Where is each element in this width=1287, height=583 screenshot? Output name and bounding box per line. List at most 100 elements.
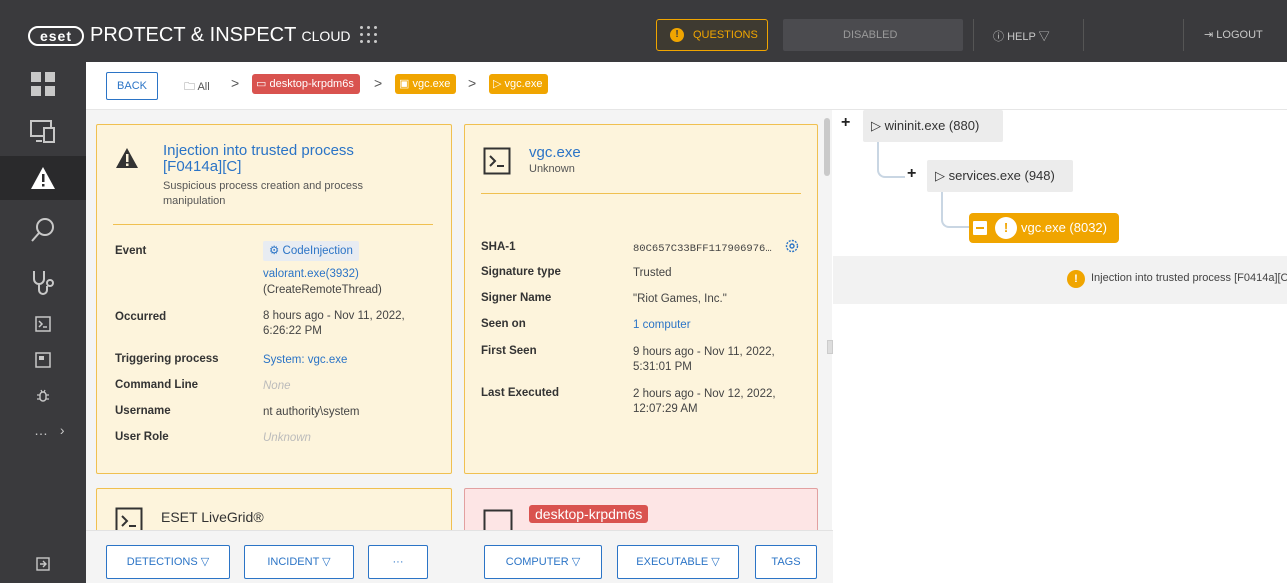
eset-logo: eset [28, 26, 84, 46]
collapse-sidebar-icon[interactable] [0, 550, 86, 578]
chevron-down-icon: ▽ [322, 556, 331, 568]
breadcrumb-process[interactable]: ▷ vgc.exe [489, 74, 549, 94]
chevron-right-icon: › [59, 422, 65, 438]
first-seen-value: 9 hours ago - Nov 11, 2022, 5:31:01 PM [633, 346, 775, 373]
folder-icon: 🗀 [184, 81, 195, 93]
tree-edge [941, 192, 971, 228]
livegrid-title: ESET LiveGrid® [161, 509, 264, 525]
breadcrumb: BACK 🗀 All > ▭ desktop-krpdm6s > ▣ vgc.e… [86, 62, 1287, 110]
more-actions-button[interactable]: ··· [368, 545, 428, 579]
computer-button[interactable]: COMPUTER ▽ [484, 545, 602, 579]
process-tree: + ▷ wininit.exe (880) + ▷ services.exe (… [833, 110, 1287, 583]
help-menu[interactable]: ⓘ HELP ▽ [993, 28, 1050, 44]
signer-value: "Riot Games, Inc." [633, 293, 727, 305]
expand-icon[interactable]: + [841, 114, 850, 132]
breadcrumb-process-label: vgc.exe [504, 78, 543, 90]
trigger-value[interactable]: System: vgc.exe [263, 353, 347, 368]
executable-subtitle: Unknown [529, 163, 575, 175]
breadcrumb-all-label: All [197, 81, 210, 93]
breadcrumb-executable-label: vgc.exe [412, 78, 451, 90]
executable-card: vgc.exe Unknown SHA-1 80C657C33BFF117906… [464, 124, 818, 474]
process-icon: ▷ [493, 78, 502, 90]
chevron-right-icon: > [468, 75, 477, 91]
tree-node-services[interactable]: ▷ services.exe (948) [927, 160, 1073, 192]
breadcrumb-executable[interactable]: ▣ vgc.exe [395, 74, 457, 94]
seen-on-label: Seen on [481, 318, 526, 330]
detail-panel: Injection into trusted process [F0414a][… [86, 110, 822, 530]
event-chip[interactable]: ⚙ CodeInjection [263, 241, 359, 261]
warning-icon [116, 148, 138, 168]
alerts-icon[interactable] [0, 156, 86, 200]
bug-icon[interactable] [0, 374, 86, 418]
divider [1183, 19, 1184, 51]
help-icon: ⓘ [993, 31, 1004, 43]
terminal-icon [115, 507, 143, 530]
process-icon: ▷ [935, 168, 945, 183]
logout-button[interactable]: ⇥ LOGOUT [1204, 28, 1263, 41]
event-process-link[interactable]: valorant.exe(3932) [263, 267, 359, 282]
scrollbar[interactable] [822, 110, 832, 530]
help-label: HELP [1007, 31, 1036, 43]
signature-value: Trusted [633, 267, 672, 279]
questions-label: QUESTIONS [693, 29, 758, 41]
divider [1083, 19, 1084, 51]
computer-icon [483, 509, 513, 530]
divider [113, 224, 433, 225]
username-value: nt authority\system [263, 406, 360, 418]
divider [973, 19, 974, 51]
executable-title[interactable]: vgc.exe [529, 145, 581, 161]
detection-link[interactable]: Injection into trusted process [F0414a][… [1091, 272, 1287, 284]
chevron-down-icon: ▽ [711, 556, 720, 568]
gear-icon[interactable] [785, 239, 799, 253]
chevron-down-icon: ▽ [1038, 31, 1050, 43]
sidebar-more[interactable]: … › [34, 422, 65, 438]
username-label: Username [115, 405, 171, 417]
collapse-icon[interactable] [973, 221, 987, 235]
signer-label: Signer Name [481, 292, 552, 304]
computer-title[interactable]: desktop-krpdm6s [529, 505, 649, 523]
scrollbar-thumb[interactable] [824, 118, 830, 176]
expand-icon[interactable]: + [907, 165, 916, 183]
breadcrumb-all[interactable]: 🗀 All [184, 78, 210, 97]
stethoscope-icon[interactable] [0, 260, 86, 304]
dashboard-icon[interactable] [0, 62, 86, 106]
logout-label: LOGOUT [1216, 29, 1263, 41]
tree-edge [877, 142, 905, 178]
back-button[interactable]: BACK [106, 72, 158, 100]
chevron-down-icon: ▽ [200, 556, 210, 568]
role-value: Unknown [263, 432, 311, 444]
product-suffix: CLOUD [301, 28, 351, 44]
process-icon: ▷ [871, 118, 881, 133]
cmd-value: None [263, 380, 291, 392]
bug-icon: ⚙ [269, 245, 280, 257]
executable-button[interactable]: EXECUTABLE ▽ [617, 545, 739, 579]
breadcrumb-computer-label: desktop-krpdm6s [269, 78, 354, 90]
tree-node-wininit[interactable]: ▷ wininit.exe (880) [863, 110, 1003, 142]
warning-icon: ! [1067, 270, 1085, 288]
more-label: … [34, 422, 48, 438]
breadcrumb-computer[interactable]: ▭ desktop-krpdm6s [252, 74, 360, 94]
incident-button[interactable]: INCIDENT ▽ [244, 545, 354, 579]
tree-node-vgc[interactable]: ! vgc.exe (8032) [969, 213, 1119, 243]
first-seen-label: First Seen [481, 345, 537, 357]
disabled-button[interactable]: DISABLED [783, 19, 963, 51]
warning-icon: ! [670, 28, 684, 42]
computer-card: desktop-krpdm6s [464, 488, 818, 530]
detections-button[interactable]: DETECTIONS ▽ [106, 545, 230, 579]
computers-icon[interactable] [0, 110, 86, 154]
terminal-icon [483, 147, 511, 175]
seen-on-value[interactable]: 1 computer [633, 318, 691, 333]
sha1-label: SHA-1 [481, 241, 516, 253]
sha1-value: 80C657C33BFF117906976… [633, 243, 772, 255]
logout-icon: ⇥ [1204, 29, 1214, 41]
search-icon[interactable] [0, 208, 86, 252]
detection-title[interactable]: Injection into trusted process [F0414a][… [163, 143, 443, 175]
detection-description: Suspicious process creation and process … [163, 180, 363, 207]
product-title: PROTECT & INSPECT CLOUD [90, 24, 351, 47]
event-detail: (CreateRemoteThread) [263, 284, 382, 296]
questions-button[interactable]: ! QUESTIONS [656, 19, 768, 51]
apps-grid-icon[interactable] [360, 26, 378, 44]
computer-icon: ▭ [256, 78, 267, 90]
trigger-label: Triggering process [115, 353, 219, 365]
tags-button[interactable]: TAGS [755, 545, 817, 579]
